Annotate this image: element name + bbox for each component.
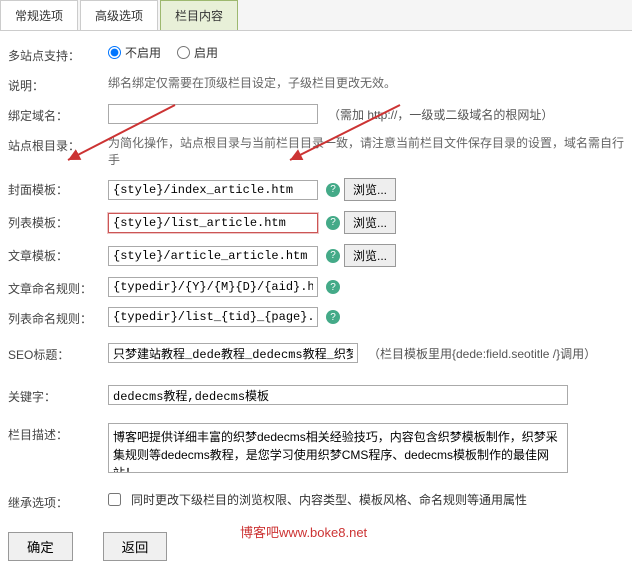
label-listtpl: 列表模板：: [8, 211, 108, 231]
keywords-input[interactable]: [108, 385, 568, 405]
seotitle-hint: （栏目模板里用{dede:field.seotitle /}调用）: [368, 345, 596, 362]
arttpl-input[interactable]: [108, 246, 318, 266]
listtpl-browse[interactable]: 浏览...: [344, 211, 396, 234]
button-bar: 确定 返回: [0, 524, 632, 569]
siteroot-text: 为简化操作，站点根目录与当前栏目目录一致，请注意当前栏目文件保存目录的设置，域名…: [108, 134, 624, 168]
label-binddomain: 绑定域名：: [8, 104, 108, 124]
label-keywords: 关键字：: [8, 385, 108, 405]
listrule-input[interactable]: [108, 307, 318, 327]
radio-enable-input[interactable]: [177, 46, 190, 59]
arttpl-browse[interactable]: 浏览...: [344, 244, 396, 267]
tab-advanced[interactable]: 高级选项: [80, 0, 158, 30]
help-icon[interactable]: ?: [326, 183, 340, 197]
label-arttpl: 文章模板：: [8, 244, 108, 264]
label-artrule: 文章命名规则：: [8, 277, 108, 297]
label-inherit: 继承选项：: [8, 491, 108, 511]
artrule-input[interactable]: [108, 277, 318, 297]
label-seotitle: SEO标题：: [8, 343, 108, 363]
binddomain-hint: （需加 http://，一级或二级域名的根网址）: [328, 106, 553, 123]
help-icon[interactable]: ?: [326, 249, 340, 263]
seotitle-input[interactable]: [108, 343, 358, 363]
help-icon[interactable]: ?: [326, 280, 340, 294]
tab-general[interactable]: 常规选项: [0, 0, 78, 30]
label-listrule: 列表命名规则：: [8, 307, 108, 327]
radio-disable-label: 不启用: [125, 44, 161, 61]
catdesc-textarea[interactable]: 博客吧提供详细丰富的织梦dedecms相关经验技巧，内容包含织梦模板制作，织梦采…: [108, 423, 568, 473]
tab-bar: 常规选项 高级选项 栏目内容: [0, 0, 632, 31]
desc-text: 绑名绑定仅需要在顶级栏目设定，子级栏目更改无效。: [108, 74, 624, 91]
form-area: 多站点支持： 不启用 启用 说明： 绑名绑定仅需要在顶级栏目设定，子级栏目更改无…: [0, 31, 632, 524]
label-siteroot: 站点根目录：: [8, 134, 108, 154]
label-multisite: 多站点支持：: [8, 44, 108, 64]
radio-disable-input[interactable]: [108, 46, 121, 59]
listtpl-input[interactable]: [108, 213, 318, 233]
radio-enable-label: 启用: [194, 44, 218, 61]
help-icon[interactable]: ?: [326, 216, 340, 230]
binddomain-input[interactable]: [108, 104, 318, 124]
radio-enable[interactable]: 启用: [177, 44, 218, 61]
back-button[interactable]: 返回: [103, 532, 168, 561]
help-icon[interactable]: ?: [326, 310, 340, 324]
label-covertpl: 封面模板：: [8, 178, 108, 198]
ok-button[interactable]: 确定: [8, 532, 73, 561]
label-desc: 说明：: [8, 74, 108, 94]
covertpl-browse[interactable]: 浏览...: [344, 178, 396, 201]
covertpl-input[interactable]: [108, 180, 318, 200]
radio-disable[interactable]: 不启用: [108, 44, 161, 61]
label-catdesc: 栏目描述：: [8, 423, 108, 443]
tab-content[interactable]: 栏目内容: [160, 0, 238, 30]
